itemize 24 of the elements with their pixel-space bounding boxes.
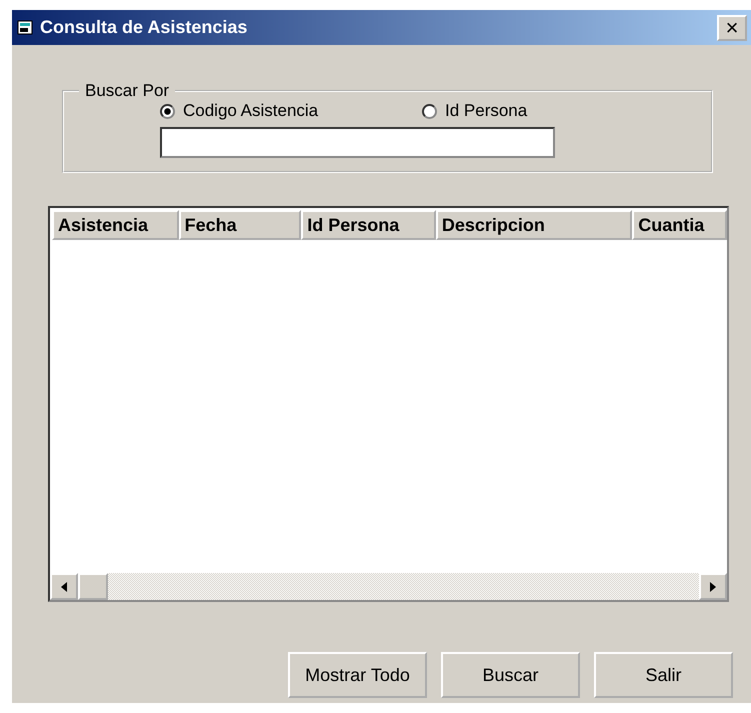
column-header[interactable]: Id Persona	[301, 210, 436, 240]
column-header[interactable]: Descripcion	[436, 210, 632, 240]
scroll-right-button[interactable]	[699, 573, 727, 600]
radio-option[interactable]: Codigo Asistencia	[160, 101, 422, 121]
scroll-thumb[interactable]	[78, 573, 108, 600]
search-field[interactable]	[160, 127, 555, 158]
radio-label: Id Persona	[445, 101, 528, 121]
column-header[interactable]: Fecha	[178, 210, 302, 240]
close-button[interactable]: ×	[717, 14, 747, 40]
column-header[interactable]: Asistencia	[52, 210, 179, 240]
window-title: Consulta de Asistencias	[40, 17, 248, 38]
right-arrow-icon	[710, 582, 716, 592]
column-header[interactable]: Cuantia	[632, 210, 727, 240]
radio-button[interactable]	[422, 104, 437, 118]
horizontal-scrollbar[interactable]	[50, 573, 727, 600]
dialog-button[interactable]: Buscar	[441, 652, 580, 698]
dialog-button[interactable]: Salir	[594, 652, 733, 698]
group-legend: Buscar Por	[79, 81, 176, 101]
left-arrow-icon	[61, 582, 67, 592]
radio-button[interactable]	[160, 104, 175, 118]
scroll-left-button[interactable]	[50, 573, 78, 600]
dialog-button[interactable]: Mostrar Todo	[288, 652, 427, 698]
radio-label: Codigo Asistencia	[183, 101, 318, 121]
radio-option[interactable]: Id Persona	[422, 101, 528, 121]
